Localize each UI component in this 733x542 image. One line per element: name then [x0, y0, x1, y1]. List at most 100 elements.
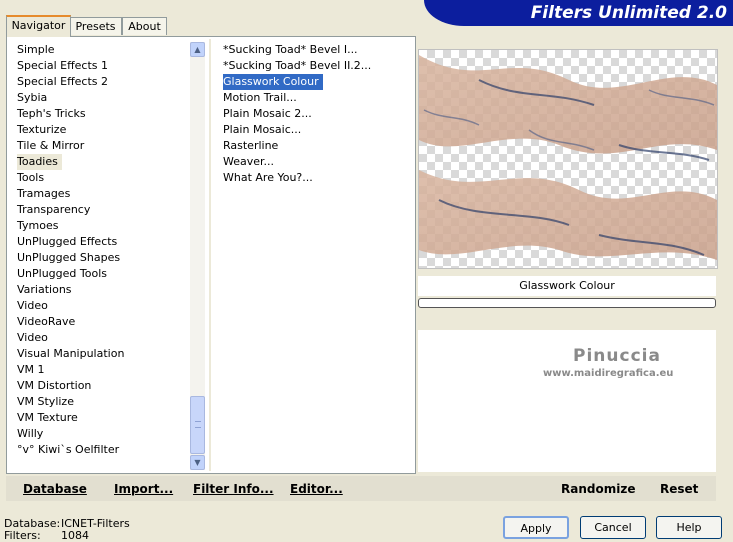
- filters-label: Filters:: [4, 529, 41, 542]
- list-item[interactable]: Glasswork Colour: [222, 73, 407, 91]
- list-item-label: Rasterline: [223, 139, 279, 152]
- list-item[interactable]: Motion Trail...: [222, 90, 407, 106]
- grip-icon: [195, 421, 201, 428]
- scroll-down-icon[interactable]: ▼: [190, 455, 205, 470]
- list-item-label: Tile & Mirror: [17, 139, 85, 152]
- tab-about[interactable]: About: [122, 17, 167, 35]
- list-item-label: VM 1: [17, 363, 45, 376]
- navigator-panel: Simple Special Effects 1 Special Effects 2…: [6, 36, 416, 474]
- scroll-thumb[interactable]: [190, 396, 205, 454]
- list-item-label: Tramages: [17, 187, 71, 200]
- help-button[interactable]: Help: [656, 516, 722, 539]
- list-item-label: Glasswork Colour: [222, 73, 324, 91]
- category-scrollbar[interactable]: ▲ ▼: [190, 42, 205, 470]
- list-item[interactable]: Toadies: [16, 154, 191, 170]
- list-item-label: Sybia: [17, 91, 48, 104]
- list-item-label: Toadies: [17, 154, 62, 170]
- preview-image: [418, 49, 718, 269]
- list-item[interactable]: Visual Manipulation: [16, 346, 191, 362]
- list-item-label: Weaver...: [223, 155, 275, 168]
- filter-list[interactable]: *Sucking Toad* Bevel I... *Sucking Toad* …: [222, 42, 407, 186]
- list-item[interactable]: VM Distortion: [16, 378, 191, 394]
- scroll-up-icon[interactable]: ▲: [190, 42, 205, 57]
- reset-button[interactable]: Reset: [660, 482, 698, 496]
- apply-button[interactable]: Apply: [503, 516, 569, 539]
- list-item[interactable]: VideoRave: [16, 314, 191, 330]
- parameter-area: [418, 330, 716, 472]
- list-item-label: Teph's Tricks: [17, 107, 86, 120]
- list-item[interactable]: VM Texture: [16, 410, 191, 426]
- list-item-label: Tools: [17, 171, 45, 184]
- cancel-button[interactable]: Cancel: [580, 516, 646, 539]
- list-item[interactable]: Special Effects 1: [16, 58, 191, 74]
- list-item-label: VM Stylize: [17, 395, 74, 408]
- list-item[interactable]: Sybia: [16, 90, 191, 106]
- list-item-label: Simple: [17, 43, 55, 56]
- database-button[interactable]: Database: [23, 482, 87, 496]
- list-item[interactable]: Tramages: [16, 186, 191, 202]
- list-item[interactable]: *Sucking Toad* Bevel II.2...: [222, 58, 407, 74]
- list-item-label: Texturize: [17, 123, 67, 136]
- list-item-label: Plain Mosaic...: [223, 123, 302, 136]
- list-item-label: Special Effects 1: [17, 59, 109, 72]
- list-item[interactable]: Video: [16, 298, 191, 314]
- import-button[interactable]: Import...: [114, 482, 173, 496]
- list-divider: [209, 39, 211, 471]
- title-banner: Filters Unlimited 2.0: [424, 0, 733, 26]
- list-item[interactable]: VM 1: [16, 362, 191, 378]
- list-item[interactable]: Tymoes: [16, 218, 191, 234]
- list-item[interactable]: What Are You?...: [222, 170, 407, 186]
- list-item-label: Motion Trail...: [223, 91, 297, 104]
- filter-info-button[interactable]: Filter Info...: [193, 482, 274, 496]
- list-item[interactable]: Special Effects 2: [16, 74, 191, 90]
- list-item[interactable]: UnPlugged Tools: [16, 266, 191, 282]
- list-item[interactable]: *Sucking Toad* Bevel I...: [222, 42, 407, 58]
- list-item-label: *Sucking Toad* Bevel II.2...: [223, 59, 372, 72]
- list-item-label: VM Distortion: [17, 379, 92, 392]
- list-item[interactable]: Weaver...: [222, 154, 407, 170]
- list-item[interactable]: Texturize: [16, 122, 191, 138]
- progress-bar: [418, 298, 716, 308]
- list-item[interactable]: Tile & Mirror: [16, 138, 191, 154]
- list-item-label: °v° Kiwi`s Oelfilter: [17, 443, 120, 456]
- editor-button[interactable]: Editor...: [290, 482, 343, 496]
- tab-presets[interactable]: Presets: [69, 17, 122, 35]
- app-title: Filters Unlimited 2.0: [530, 3, 727, 23]
- list-item[interactable]: Variations: [16, 282, 191, 298]
- list-item-label: Video: [17, 299, 48, 312]
- list-item[interactable]: Plain Mosaic 2...: [222, 106, 407, 122]
- preview-texture: [419, 55, 717, 260]
- list-item-label: Visual Manipulation: [17, 347, 125, 360]
- filters-value: 1084: [61, 529, 89, 542]
- list-item-label: Video: [17, 331, 48, 344]
- list-item[interactable]: Rasterline: [222, 138, 407, 154]
- watermark-name: Pinuccia: [573, 346, 661, 366]
- list-item[interactable]: Transparency: [16, 202, 191, 218]
- preview-filter-name: Glasswork Colour: [418, 276, 716, 296]
- tab-navigator[interactable]: Navigator: [6, 15, 71, 37]
- list-item-label: Plain Mosaic 2...: [223, 107, 312, 120]
- list-item[interactable]: Tools: [16, 170, 191, 186]
- list-item-label: Special Effects 2: [17, 75, 109, 88]
- list-item-label: What Are You?...: [223, 171, 313, 184]
- list-item[interactable]: Video: [16, 330, 191, 346]
- list-item[interactable]: Willy: [16, 426, 191, 442]
- list-item[interactable]: Plain Mosaic...: [222, 122, 407, 138]
- randomize-button[interactable]: Randomize: [561, 482, 635, 496]
- list-item-label: *Sucking Toad* Bevel I...: [223, 43, 358, 56]
- list-item-label: Tymoes: [17, 219, 59, 232]
- list-item[interactable]: VM Stylize: [16, 394, 191, 410]
- list-item-label: UnPlugged Shapes: [17, 251, 121, 264]
- list-item-label: UnPlugged Tools: [17, 267, 107, 280]
- category-list[interactable]: Simple Special Effects 1 Special Effects 2…: [16, 42, 191, 458]
- list-item-label: Transparency: [17, 203, 91, 216]
- list-item-label: VideoRave: [17, 315, 76, 328]
- list-item[interactable]: Simple: [16, 42, 191, 58]
- list-item[interactable]: UnPlugged Effects: [16, 234, 191, 250]
- list-item[interactable]: Teph's Tricks: [16, 106, 191, 122]
- list-item[interactable]: °v° Kiwi`s Oelfilter: [16, 442, 191, 458]
- list-item-label: Willy: [17, 427, 44, 440]
- list-item-label: VM Texture: [17, 411, 78, 424]
- action-bar: Database Import... Filter Info... Editor…: [6, 476, 716, 501]
- list-item[interactable]: UnPlugged Shapes: [16, 250, 191, 266]
